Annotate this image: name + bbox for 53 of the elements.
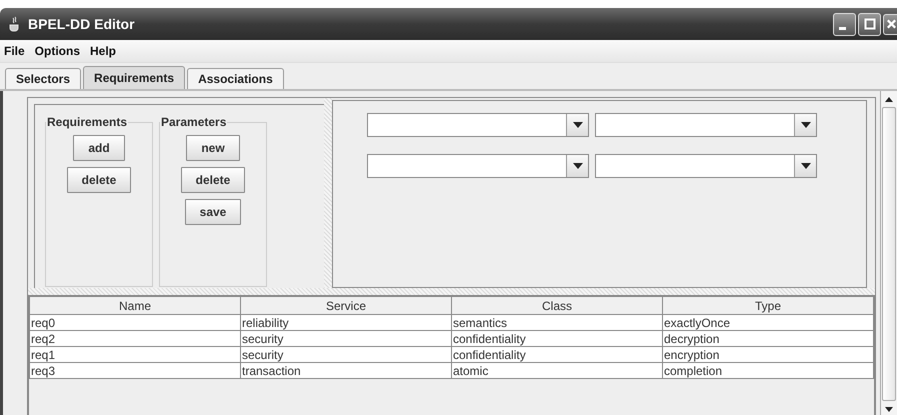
table-cell: req1 xyxy=(30,346,240,362)
action-button[interactable]: new xyxy=(186,135,240,161)
dropdown[interactable] xyxy=(367,113,589,137)
dropdown[interactable] xyxy=(595,154,817,178)
action-button[interactable]: add xyxy=(73,135,125,161)
dropdown[interactable] xyxy=(367,154,589,178)
caret-icon xyxy=(794,155,816,177)
action-button[interactable]: delete xyxy=(66,167,132,193)
dropdown[interactable] xyxy=(595,113,817,137)
maximize-button[interactable] xyxy=(858,12,881,36)
table-cell: semantics xyxy=(452,314,662,330)
minimize-button[interactable] xyxy=(833,12,856,36)
column-header[interactable]: Type xyxy=(662,296,874,314)
up-arrow-icon xyxy=(885,96,893,102)
table-cell: exactlyOnce xyxy=(662,314,874,330)
caret-icon xyxy=(566,114,588,136)
caret-icon xyxy=(566,155,588,177)
table-cell: security xyxy=(240,330,452,346)
caret-icon xyxy=(794,114,816,136)
menu-item[interactable]: Options xyxy=(34,44,80,58)
close-button[interactable] xyxy=(883,14,897,34)
menu-item[interactable]: File xyxy=(4,44,25,58)
table-cell: req3 xyxy=(30,362,240,378)
table-cell: atomic xyxy=(452,362,662,378)
down-arrow-icon xyxy=(885,406,893,412)
table-cell: reliability xyxy=(240,314,452,330)
cup-icon xyxy=(8,16,20,32)
group-title: Parameters xyxy=(160,115,228,129)
column-header[interactable]: Name xyxy=(30,296,240,314)
window-title: BPEL-DD Editor xyxy=(28,16,135,32)
group-title: Requirements xyxy=(46,115,128,129)
column-header[interactable]: Service xyxy=(240,296,452,314)
table-cell: security xyxy=(240,346,452,362)
column-header[interactable]: Class xyxy=(452,296,662,314)
scrollbar[interactable] xyxy=(880,91,897,415)
maximize-icon xyxy=(864,18,876,30)
action-button[interactable]: delete xyxy=(180,167,246,193)
action-button[interactable]: save xyxy=(184,199,242,225)
table-cell: encryption xyxy=(662,346,874,362)
table-cell: decryption xyxy=(662,330,874,346)
table-cell: confidentiality xyxy=(452,330,662,346)
scroll-thumb[interactable] xyxy=(882,107,896,401)
table-cell: req0 xyxy=(30,314,240,330)
minimize-icon xyxy=(839,26,846,30)
table-cell: completion xyxy=(662,362,874,378)
tab[interactable]: Associations xyxy=(187,68,284,89)
tab[interactable]: Requirements xyxy=(83,66,186,89)
table-cell: transaction xyxy=(240,362,452,378)
table-cell: confidentiality xyxy=(452,346,662,362)
menu-item[interactable]: Help xyxy=(90,44,116,58)
close-icon xyxy=(886,18,897,30)
table-cell: req2 xyxy=(30,330,240,346)
tab[interactable]: Selectors xyxy=(5,68,82,89)
